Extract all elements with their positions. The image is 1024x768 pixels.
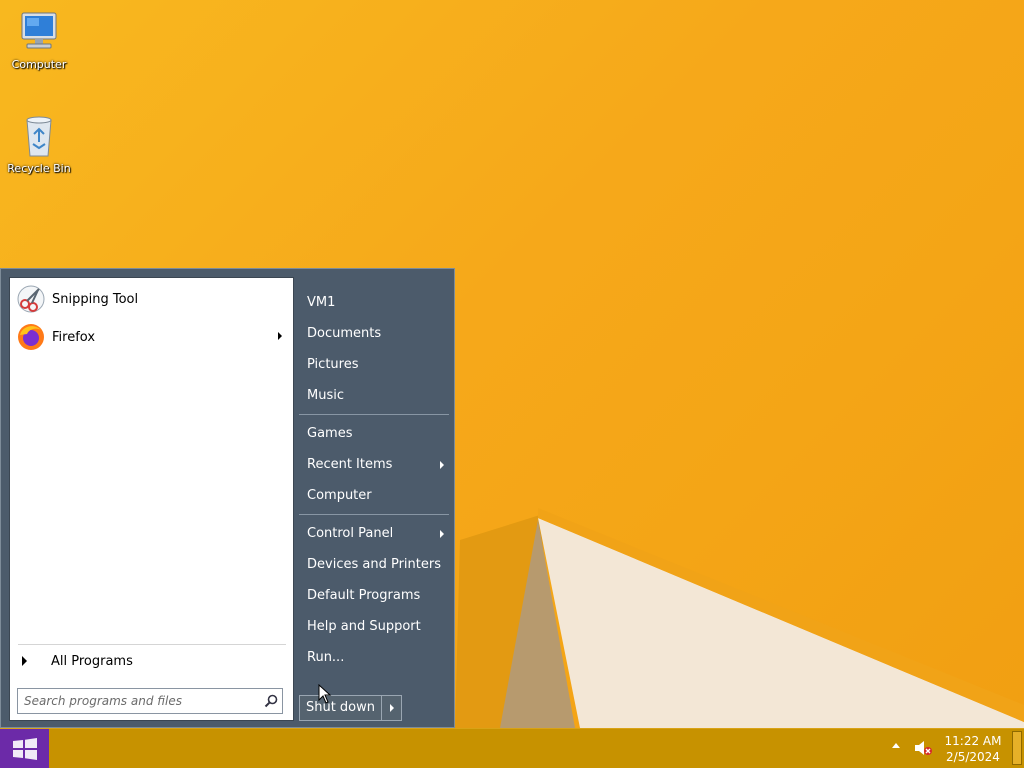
- clock-time: 11:22 AM: [944, 734, 1002, 748]
- place-label: Help and Support: [307, 619, 421, 634]
- place-label: Devices and Printers: [307, 557, 441, 572]
- place-label: Default Programs: [307, 588, 421, 603]
- all-programs-label: All Programs: [51, 653, 133, 669]
- place-label: Recent Items: [307, 457, 393, 472]
- place-label: Music: [307, 388, 344, 403]
- places-pane: VM1 Documents Pictures Music Games Recen…: [299, 277, 449, 721]
- chevron-right-icon: [389, 704, 394, 712]
- programs-pane: Snipping Tool Firefox All Programs: [9, 277, 294, 721]
- clock[interactable]: 11:22 AM 2/5/2024: [940, 733, 1006, 765]
- place-label: Games: [307, 426, 353, 441]
- show-hidden-icons-icon[interactable]: [892, 743, 900, 748]
- submenu-arrow-icon: [278, 332, 282, 340]
- recycle-bin-icon: [26, 116, 52, 157]
- place-label: Control Panel: [307, 526, 394, 541]
- taskbar: 11:22 AM 2/5/2024: [0, 728, 1024, 768]
- start-button[interactable]: [0, 729, 49, 768]
- firefox-icon: [18, 324, 44, 350]
- snipping-tool-icon: [17, 285, 45, 313]
- desktop-icon-recycle-bin[interactable]: Recycle Bin: [1, 112, 77, 175]
- place-games[interactable]: Games: [299, 422, 449, 446]
- search-input[interactable]: [18, 689, 260, 713]
- clock-date: 2/5/2024: [946, 750, 1000, 764]
- windows-logo-icon: [12, 737, 37, 760]
- divider: [299, 514, 449, 515]
- place-label: VM1: [307, 295, 336, 310]
- submenu-arrow-icon: [440, 461, 444, 469]
- place-default-programs[interactable]: Default Programs: [299, 584, 449, 608]
- all-programs-button[interactable]: All Programs: [18, 648, 286, 674]
- program-label: Firefox: [52, 329, 96, 345]
- place-label: Pictures: [307, 357, 359, 372]
- program-snipping-tool[interactable]: Snipping Tool: [14, 282, 288, 316]
- place-documents[interactable]: Documents: [299, 322, 449, 346]
- place-control-panel[interactable]: Control Panel: [299, 522, 449, 546]
- desktop-icon-label: Computer: [11, 58, 67, 71]
- place-vm1[interactable]: VM1: [299, 291, 449, 315]
- submenu-arrow-icon: [440, 530, 444, 538]
- place-music[interactable]: Music: [299, 384, 449, 408]
- program-label: Snipping Tool: [52, 291, 139, 307]
- computer-icon: [21, 12, 57, 49]
- divider: [299, 414, 449, 415]
- shutdown-button[interactable]: Shut down: [299, 695, 381, 721]
- volume-muted-icon[interactable]: [913, 739, 933, 757]
- place-recent-items[interactable]: Recent Items: [299, 453, 449, 477]
- mouse-cursor-icon: [318, 684, 332, 704]
- desktop-icon-computer[interactable]: Computer: [1, 8, 77, 71]
- place-help-and-support[interactable]: Help and Support: [299, 615, 449, 639]
- search-box: [17, 688, 283, 714]
- place-label: Run...: [307, 650, 345, 665]
- place-run[interactable]: Run...: [299, 646, 449, 670]
- program-firefox[interactable]: Firefox: [14, 320, 288, 354]
- desktop-icon-label: Recycle Bin: [7, 162, 71, 175]
- place-devices-and-printers[interactable]: Devices and Printers: [299, 553, 449, 577]
- place-label: Computer: [307, 488, 372, 503]
- place-computer[interactable]: Computer: [299, 484, 449, 508]
- show-desktop-button[interactable]: [1012, 731, 1022, 765]
- place-label: Documents: [307, 326, 382, 341]
- divider: [18, 644, 286, 645]
- expand-arrow-icon: [22, 656, 27, 666]
- shutdown-options-button[interactable]: [381, 695, 402, 721]
- shutdown-group: Shut down: [299, 695, 402, 721]
- search-icon[interactable]: [260, 690, 282, 712]
- start-menu: Snipping Tool Firefox All Programs Searc…: [0, 268, 455, 728]
- place-pictures[interactable]: Pictures: [299, 353, 449, 377]
